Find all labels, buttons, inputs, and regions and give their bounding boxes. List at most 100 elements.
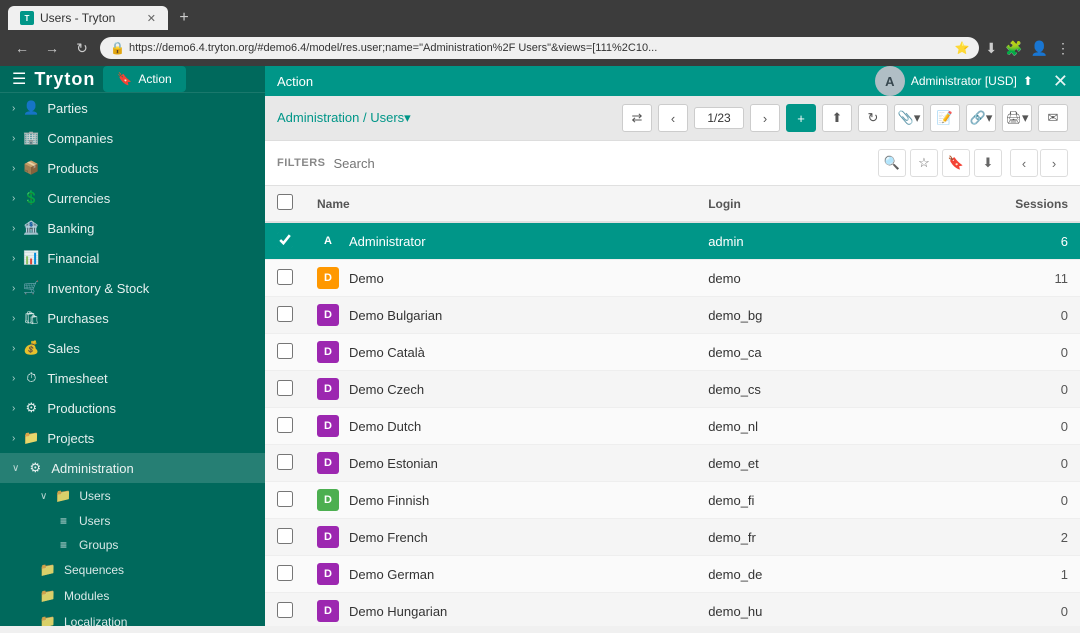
sidebar-item-purchases[interactable]: › 🛍 Purchases [0,303,265,333]
timesheet-icon: ⏱ [23,370,39,386]
sidebar-item-products[interactable]: › 📦 Products [0,153,265,183]
row-name: DDemo Czech [305,371,696,408]
prev-record-btn[interactable]: ‹ [658,104,688,132]
sidebar-label-products: Products [47,161,98,176]
link-btn[interactable]: 🔗▾ [966,104,996,132]
col-header-sessions[interactable]: Sessions [890,186,1080,222]
sidebar-subitem-sequences[interactable]: 📁 Sequences [28,557,265,583]
attach-btn[interactable]: 📎▾ [894,104,924,132]
save-filter-btn[interactable]: 🔖 [942,149,970,177]
sidebar-label-financial: Financial [47,251,99,266]
url-bar[interactable]: 🔒 https://demo6.4.tryton.org/#demo6.4/mo… [100,37,979,59]
sales-icon: 💰 [23,340,39,356]
row-login: demo_cs [696,371,890,408]
profile-icon[interactable]: 👤 [1031,40,1048,57]
row-checkbox[interactable] [277,417,293,433]
tab-title: Users - Tryton [40,11,115,25]
download-icon[interactable]: ⬇ [985,40,997,57]
content-toolbar: Administration / Users▾ ⇄ ‹ 1/23 › + ⬆ ↻… [265,96,1080,141]
user-avatar-btn[interactable]: A [875,66,905,96]
sidebar-item-parties[interactable]: › 👤 Parties [0,93,265,123]
sidebar-subitem-users[interactable]: ≡ Users [48,509,265,533]
table-row[interactable]: DDemo Catalàdemo_ca0 [265,334,1080,371]
table-row[interactable]: DDemo Estoniandemo_et0 [265,445,1080,482]
close-window-btn[interactable]: ✕ [1053,71,1068,92]
row-checkbox[interactable] [277,491,293,507]
companies-icon: 🏢 [23,130,39,146]
email-btn[interactable]: ✉ [1038,104,1068,132]
filter-next-btn[interactable]: › [1040,149,1068,177]
table-row[interactable]: DDemo Czechdemo_cs0 [265,371,1080,408]
extensions-icon[interactable]: 🧩 [1005,40,1022,57]
row-checkbox[interactable] [277,306,293,322]
chevron-right-icon: › [12,343,15,354]
row-checkbox[interactable] [277,343,293,359]
table-row[interactable]: DDemo Bulgariandemo_bg0 [265,297,1080,334]
sidebar-item-productions[interactable]: › ⚙ Productions [0,393,265,423]
row-checkbox[interactable] [277,269,293,285]
sidebar-item-sales[interactable]: › 💰 Sales [0,333,265,363]
table-row[interactable]: DDemodemo11 [265,260,1080,297]
sidebar-subitem-users-group[interactable]: ∨ 📁 Users [28,483,265,509]
export-btn[interactable]: ⬆ [822,104,852,132]
row-login: demo [696,260,890,297]
sidebar-item-projects[interactable]: › 📁 Projects [0,423,265,453]
settings-icon[interactable]: ⋮ [1056,40,1070,57]
tab-close-btn[interactable]: ✕ [147,12,156,25]
row-checkbox[interactable] [277,602,293,618]
row-sessions: 0 [890,482,1080,519]
expand-icon[interactable]: ⬆ [1023,74,1033,88]
row-login: demo_bg [696,297,890,334]
table-row[interactable]: AAdministratoradmin6 [265,222,1080,260]
switch-view-btn[interactable]: ⇄ [622,104,652,132]
action-button[interactable]: 🔖 Action [103,66,185,92]
refresh-btn[interactable]: ↻ [858,104,888,132]
add-record-btn[interactable]: + [786,104,816,132]
sidebar-subitem-groups[interactable]: ≡ Groups [48,533,265,557]
table-row[interactable]: DDemo Finnishdemo_fi0 [265,482,1080,519]
sidebar-subitem-localization[interactable]: 📁 Localization [28,609,265,626]
new-tab-button[interactable]: + [172,6,196,30]
filter-prev-btn[interactable]: ‹ [1010,149,1038,177]
note-btn[interactable]: 📝 [930,104,960,132]
table-row[interactable]: DDemo Germandemo_de1 [265,556,1080,593]
clear-filter-btn[interactable]: ⬇ [974,149,1002,177]
row-checkbox[interactable] [277,232,293,248]
row-name: DDemo Hungarian [305,593,696,627]
sidebar-item-currencies[interactable]: › 💲 Currencies [0,183,265,213]
breadcrumb[interactable]: Administration / Users▾ [277,110,411,126]
forward-button[interactable]: → [40,36,64,60]
bookmark-filter-btn[interactable]: ☆ [910,149,938,177]
table-row[interactable]: DDemo Hungariandemo_hu0 [265,593,1080,627]
sidebar-item-inventory[interactable]: › 🛒 Inventory & Stock [0,273,265,303]
row-checkbox[interactable] [277,454,293,470]
checkbox-header[interactable] [265,186,305,222]
search-btn[interactable]: 🔍 [878,149,906,177]
sidebar-item-administration[interactable]: ∨ ⚙ Administration [0,453,265,483]
next-record-btn[interactable]: › [750,104,780,132]
sidebar-item-companies[interactable]: › 🏢 Companies [0,123,265,153]
col-header-name[interactable]: Name [305,186,696,222]
active-tab[interactable]: T Users - Tryton ✕ [8,6,168,30]
browser-icons: ⬇ 🧩 👤 ⋮ [985,40,1070,57]
refresh-button[interactable]: ↻ [70,36,94,60]
sidebar-subitem-modules[interactable]: 📁 Modules [28,583,265,609]
print-btn[interactable]: 🖨▾ [1002,104,1032,132]
row-checkbox[interactable] [277,528,293,544]
table-row[interactable]: DDemo Frenchdemo_fr2 [265,519,1080,556]
row-checkbox[interactable] [277,565,293,581]
sidebar-item-financial[interactable]: › 📊 Financial [0,243,265,273]
search-input[interactable] [334,156,870,171]
sidebar-item-banking[interactable]: › 🏦 Banking [0,213,265,243]
col-header-login[interactable]: Login [696,186,890,222]
table-row[interactable]: DDemo Dutchdemo_nl0 [265,408,1080,445]
select-all-checkbox[interactable] [277,194,293,210]
back-button[interactable]: ← [10,36,34,60]
row-checkbox[interactable] [277,380,293,396]
financial-icon: 📊 [23,250,39,266]
administration-icon: ⚙ [27,460,43,476]
menu-toggle-icon[interactable]: ☰ [12,69,26,89]
sidebar-item-timesheet[interactable]: › ⏱ Timesheet [0,363,265,393]
row-login: admin [696,222,890,260]
chevron-right-icon: › [12,133,15,144]
